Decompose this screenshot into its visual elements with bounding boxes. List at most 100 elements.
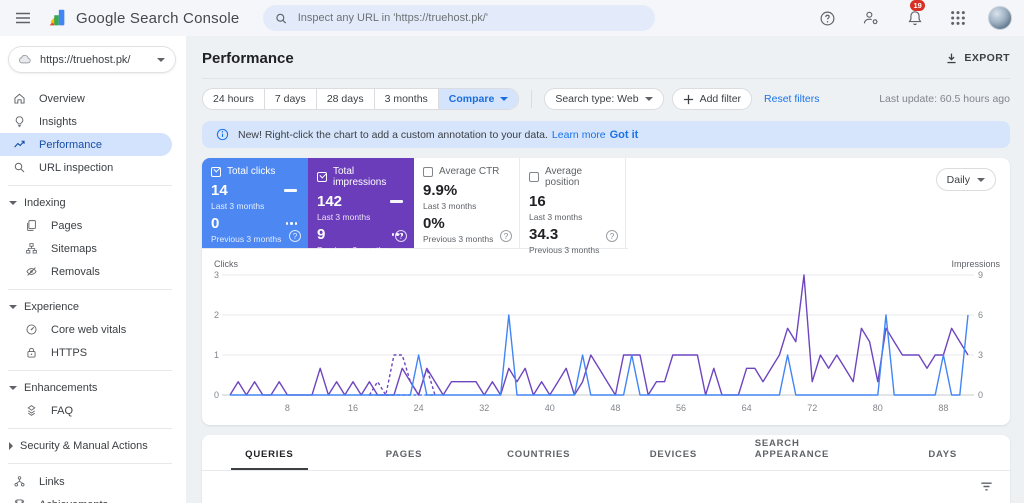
date-chip-24-hours[interactable]: 24 hours xyxy=(203,89,264,109)
lightbulb-icon xyxy=(12,115,26,128)
add-filter-button[interactable]: Add filter xyxy=(671,88,753,110)
sidebar-item-sitemaps[interactable]: Sitemaps xyxy=(0,237,172,260)
svg-text:56: 56 xyxy=(676,403,686,413)
annotation-banner: New! Right-click the chart to add a cust… xyxy=(202,121,1010,148)
learn-more-link[interactable]: Learn more xyxy=(552,129,606,141)
metric-tiles: Total clicks 14 Last 3 months 0 Previous… xyxy=(202,158,628,255)
sidebar-item-https[interactable]: HTTPS xyxy=(0,341,172,364)
export-button[interactable]: EXPORT xyxy=(945,52,1010,65)
checkbox-checked-icon[interactable] xyxy=(211,166,221,177)
sidebar: https://truehost.pk/ Overview Insights P… xyxy=(0,36,186,503)
performance-chart-card: Total clicks 14 Last 3 months 0 Previous… xyxy=(202,158,1010,425)
granularity-dropdown[interactable]: Daily xyxy=(935,168,996,191)
magnifier-icon xyxy=(12,161,26,174)
notifications-bell-icon[interactable]: 19 xyxy=(902,0,928,31)
sidebar-section-security-manual-actions[interactable]: Security & Manual Actions xyxy=(0,435,186,457)
table-toolbar xyxy=(202,471,1010,501)
date-range-segmented-control: 24 hours 7 days 28 days 3 months Compare xyxy=(202,88,520,110)
date-chip-3-months[interactable]: 3 months xyxy=(373,89,438,109)
performance-trend-icon xyxy=(12,138,26,151)
sidebar-item-core-web-vitals[interactable]: Core web vitals xyxy=(0,318,172,341)
performance-chart[interactable]: 0 01 32 63 9Clicks Impressions8 16 24 32 40 48 56 64… xyxy=(212,257,1002,419)
sidebar-item-overview[interactable]: Overview xyxy=(0,87,172,110)
sidebar-section-enhancements[interactable]: Enhancements xyxy=(0,377,186,399)
total-clicks-tile[interactable]: Total clicks 14 Last 3 months 0 Previous… xyxy=(202,158,308,248)
speedometer-icon xyxy=(24,323,38,336)
links-tree-icon xyxy=(12,475,26,488)
search-icon xyxy=(276,13,287,23)
sidebar-section-experience[interactable]: Experience xyxy=(0,296,186,318)
tab-pages[interactable]: PAGES xyxy=(337,435,472,470)
sidebar-divider xyxy=(8,463,172,464)
caret-down-icon xyxy=(9,386,17,390)
sidebar-item-pages[interactable]: Pages xyxy=(0,214,172,237)
caret-right-icon xyxy=(9,442,13,450)
caret-down-icon xyxy=(9,201,17,205)
svg-text:24: 24 xyxy=(414,403,424,413)
chart-area[interactable]: 0 0 1 3 2 6 3 9 Clicks Impressions 8 16 24 32 40 48 56 64… xyxy=(202,249,1010,419)
svg-text:Clicks: Clicks xyxy=(214,259,238,269)
filter-toolbar: 24 hours 7 days 28 days 3 months Compare… xyxy=(202,81,1010,117)
sidebar-item-faq[interactable]: FAQ xyxy=(0,399,172,422)
sidebar-divider xyxy=(8,185,172,186)
help-icon[interactable]: ? xyxy=(395,230,407,242)
caret-down-icon xyxy=(500,97,509,101)
tab-days[interactable]: DAYS xyxy=(875,435,1010,470)
sidebar-item-insights[interactable]: Insights xyxy=(0,110,172,133)
date-chip-28-days[interactable]: 28 days xyxy=(315,89,374,109)
svg-text:3: 3 xyxy=(214,270,219,280)
help-icon[interactable]: ? xyxy=(289,230,301,242)
svg-text:72: 72 xyxy=(807,403,817,413)
svg-text:3: 3 xyxy=(978,350,983,360)
property-selector[interactable]: https://truehost.pk/ xyxy=(8,46,176,73)
search-input[interactable] xyxy=(297,12,644,24)
user-settings-icon[interactable] xyxy=(858,5,884,31)
compare-dropdown[interactable]: Compare xyxy=(437,89,519,109)
svg-text:0: 0 xyxy=(214,390,219,400)
url-inspection-searchbox[interactable] xyxy=(263,5,656,31)
top-bar: Google Search Console 19 xyxy=(0,0,1024,36)
svg-text:80: 80 xyxy=(873,403,883,413)
checkbox-unchecked-icon[interactable] xyxy=(529,172,539,182)
tab-search-appearance[interactable]: SEARCH APPEARANCE xyxy=(741,435,876,470)
help-icon[interactable] xyxy=(815,6,840,31)
sitemap-icon xyxy=(24,242,38,255)
tab-devices[interactable]: DEVICES xyxy=(606,435,741,470)
caret-down-icon xyxy=(9,305,17,309)
home-icon xyxy=(12,92,26,105)
user-avatar[interactable] xyxy=(988,6,1012,30)
checkbox-unchecked-icon[interactable] xyxy=(423,166,433,177)
tab-countries[interactable]: COUNTRIES xyxy=(471,435,606,470)
download-icon xyxy=(947,53,956,63)
help-icon[interactable]: ? xyxy=(500,230,512,242)
filter-icon[interactable] xyxy=(979,479,994,494)
sidebar-item-performance[interactable]: Performance xyxy=(0,133,172,156)
google-search-console-app: Google Search Console 19 xyxy=(0,0,1024,503)
tab-queries[interactable]: QUERIES xyxy=(202,435,337,470)
search-type-dropdown[interactable]: Search type: Web xyxy=(544,88,664,110)
sidebar-item-removals[interactable]: Removals xyxy=(0,260,172,283)
sidebar-item-achievements[interactable]: Achievements xyxy=(0,493,172,503)
solid-line-indicator xyxy=(390,200,403,203)
reset-filters-link[interactable]: Reset filters xyxy=(764,93,819,105)
sidebar-divider xyxy=(8,289,172,290)
sidebar-section-indexing[interactable]: Indexing xyxy=(0,192,186,214)
banner-text: New! Right-click the chart to add a cust… xyxy=(238,128,548,141)
date-chip-7-days[interactable]: 7 days xyxy=(263,89,316,109)
page-title: Performance xyxy=(202,49,294,67)
apps-grid-icon[interactable] xyxy=(946,6,970,30)
sidebar-item-links[interactable]: Links xyxy=(0,470,172,493)
checkbox-checked-icon[interactable] xyxy=(317,172,327,182)
info-icon xyxy=(216,128,229,141)
svg-text:16: 16 xyxy=(348,403,358,413)
total-impressions-tile[interactable]: Total impressions 142 Last 3 months 9 Pr… xyxy=(308,158,414,255)
got-it-button[interactable]: Got it xyxy=(610,129,639,141)
average-position-tile[interactable]: Average position 16 Last 3 months 34.3 P… xyxy=(520,158,626,255)
help-icon[interactable]: ? xyxy=(606,230,618,242)
sidebar-item-url-inspection[interactable]: URL inspection xyxy=(0,156,172,179)
menu-icon[interactable] xyxy=(10,5,36,31)
svg-text:2: 2 xyxy=(214,310,219,320)
average-ctr-tile[interactable]: Average CTR 9.9% Last 3 months 0% Previo… xyxy=(414,158,520,248)
svg-text:48: 48 xyxy=(610,403,620,413)
dimension-table-card: QUERIES PAGES COUNTRIES DEVICES SEARCH A… xyxy=(202,435,1010,503)
